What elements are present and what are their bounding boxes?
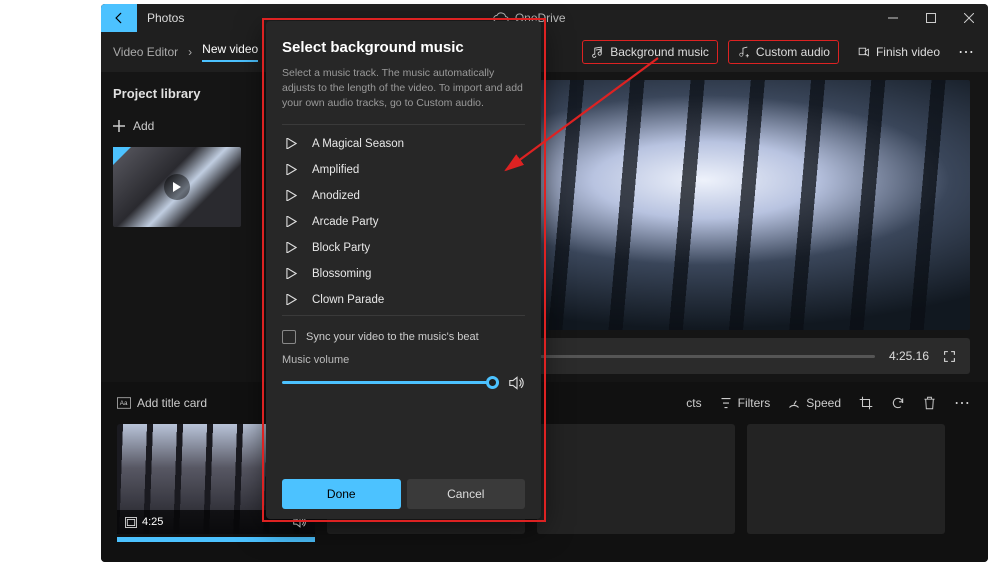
- track-name: Arcade Party: [312, 216, 378, 228]
- play-icon: [164, 174, 190, 200]
- divider: [282, 124, 525, 125]
- effects-partial-button[interactable]: cts: [686, 396, 701, 410]
- delete-button[interactable]: [923, 396, 936, 410]
- svg-text:Aa: Aa: [120, 400, 128, 407]
- play-icon: [284, 190, 298, 201]
- divider: [282, 315, 525, 316]
- music-track-item[interactable]: A Magical Season: [282, 131, 525, 157]
- storyboard-empty-slot[interactable]: [747, 424, 945, 534]
- speed-button[interactable]: Speed: [788, 396, 841, 410]
- track-name: A Magical Season: [312, 138, 404, 150]
- play-icon: [284, 138, 298, 149]
- add-media-button[interactable]: Add: [113, 119, 249, 133]
- maximize-button[interactable]: [912, 4, 950, 32]
- checkbox-unchecked-icon[interactable]: [282, 330, 296, 344]
- filters-button[interactable]: Filters: [720, 396, 771, 410]
- dialog-title: Select background music: [282, 39, 525, 56]
- play-icon: [284, 216, 298, 227]
- add-title-card-button[interactable]: Aa Add title card: [117, 396, 207, 410]
- play-icon: [284, 164, 298, 175]
- breadcrumb-parent[interactable]: Video Editor: [113, 45, 178, 59]
- track-name: Anodized: [312, 190, 360, 202]
- filters-icon: [720, 397, 732, 409]
- storyboard-toolbar: Aa Add title card cts Filters Speed: [117, 382, 972, 424]
- close-button[interactable]: [950, 4, 988, 32]
- play-icon: [284, 294, 298, 305]
- more-button[interactable]: ⋯: [958, 42, 976, 62]
- crop-button[interactable]: [859, 396, 873, 410]
- volume-slider[interactable]: [282, 381, 499, 384]
- total-time: 4:25.16: [889, 349, 929, 363]
- play-icon: [284, 242, 298, 253]
- music-track-item[interactable]: Amplified: [282, 157, 525, 183]
- background-music-dialog: Select background music Select a music t…: [266, 21, 541, 519]
- play-icon: [284, 268, 298, 279]
- export-icon: [857, 46, 870, 59]
- project-library-title: Project library: [113, 86, 249, 101]
- fullscreen-button[interactable]: [943, 350, 956, 363]
- finish-video-button[interactable]: Finish video: [849, 41, 948, 63]
- music-track-item[interactable]: Block Party: [282, 235, 525, 261]
- track-name: Blossoming: [312, 268, 371, 280]
- music-note-icon: [591, 46, 604, 59]
- track-name: Clown Parade: [312, 294, 384, 306]
- minimize-button[interactable]: [874, 4, 912, 32]
- track-name: Block Party: [312, 242, 370, 254]
- music-track-item[interactable]: Clown Parade: [282, 287, 525, 313]
- background-music-button[interactable]: Background music: [582, 40, 718, 64]
- storyboard-empty-slot[interactable]: [537, 424, 735, 534]
- music-track-item[interactable]: Anodized: [282, 183, 525, 209]
- breadcrumb-current: New video: [202, 42, 258, 62]
- custom-audio-icon: [737, 46, 750, 59]
- cancel-button[interactable]: Cancel: [407, 479, 526, 509]
- project-library-panel: Project library Add: [101, 72, 261, 382]
- rotate-button[interactable]: [891, 396, 905, 410]
- volume-row: [282, 376, 525, 390]
- titlebar: Photos OneDrive: [101, 4, 988, 32]
- speed-icon: [788, 397, 800, 409]
- plus-icon: [113, 120, 125, 132]
- back-button[interactable]: [101, 4, 137, 32]
- clip-duration: 4:25: [142, 516, 163, 528]
- title-card-icon: Aa: [117, 397, 131, 409]
- main-area: Project library Add: [101, 72, 988, 382]
- storyboard-more-button[interactable]: ⋯: [954, 393, 972, 413]
- clip-frame-icon: [125, 517, 137, 528]
- music-track-item[interactable]: Blossoming: [282, 261, 525, 287]
- done-button[interactable]: Done: [282, 479, 401, 509]
- dialog-description: Select a music track. The music automati…: [282, 66, 525, 112]
- custom-audio-button[interactable]: Custom audio: [728, 40, 839, 64]
- track-name: Amplified: [312, 164, 359, 176]
- photos-app-window: Photos OneDrive Video Editor › New video: [101, 4, 988, 562]
- app-title: Photos: [147, 11, 184, 25]
- volume-label: Music volume: [282, 354, 525, 366]
- library-clip-thumbnail[interactable]: [113, 147, 241, 227]
- volume-icon: [509, 376, 525, 390]
- storyboard-panel: Aa Add title card cts Filters Speed: [101, 382, 988, 562]
- sync-beat-option[interactable]: Sync your video to the music's beat: [282, 330, 525, 344]
- chevron-right-icon: ›: [188, 45, 192, 59]
- music-track-item[interactable]: Arcade Party: [282, 209, 525, 235]
- top-toolbar: Video Editor › New video Background musi…: [101, 32, 988, 72]
